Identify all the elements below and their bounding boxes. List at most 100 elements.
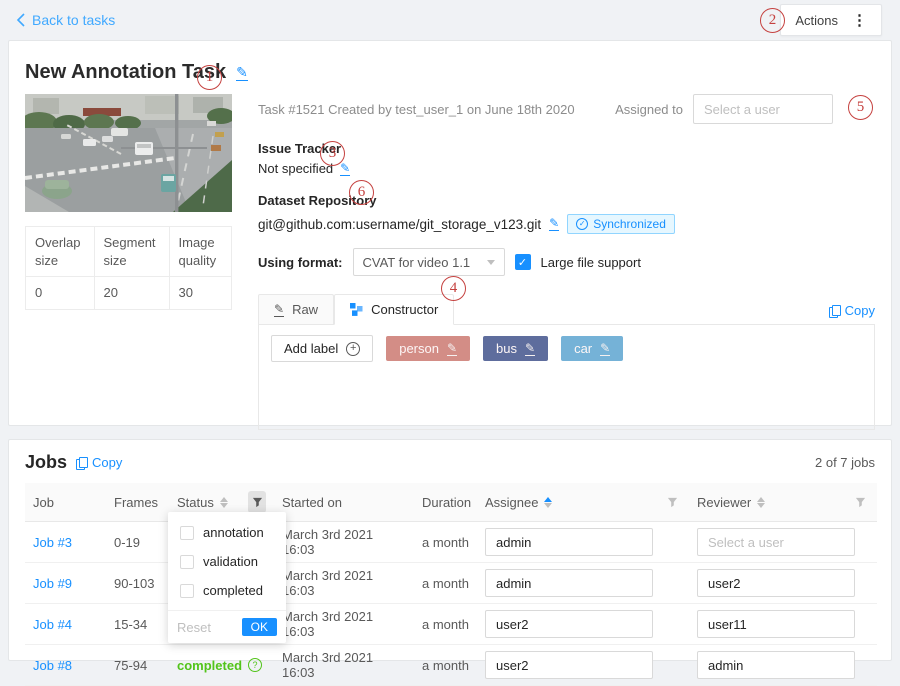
label-tag-car[interactable]: car ✎ bbox=[561, 336, 623, 361]
param-value-quality: 30 bbox=[169, 277, 231, 310]
jobs-card: Jobs Copy 2 of 7 jobs Job Frames Status … bbox=[8, 439, 892, 661]
job-link[interactable]: Job #8 bbox=[33, 658, 72, 673]
assignee-input[interactable] bbox=[485, 610, 653, 638]
tab-constructor-label: Constructor bbox=[371, 302, 438, 317]
annotation-circle-5: 5 bbox=[848, 95, 873, 120]
label-tag-name: bus bbox=[496, 341, 517, 356]
col-started-label: Started on bbox=[282, 495, 342, 510]
started-cell: March 3rd 2021 16:03 bbox=[274, 522, 414, 563]
reviewer-filter-icon[interactable] bbox=[851, 491, 869, 513]
tab-constructor[interactable]: Constructor bbox=[334, 294, 454, 325]
frames-cell: 90-103 bbox=[106, 563, 169, 604]
duration-cell: a month bbox=[414, 522, 477, 563]
issue-tracker-label: Issue Tracker bbox=[258, 141, 875, 156]
edit-repository-icon[interactable]: ✎ bbox=[549, 217, 559, 231]
jobs-count: 2 of 7 jobs bbox=[815, 455, 875, 470]
checkbox-unchecked[interactable] bbox=[180, 526, 194, 540]
col-reviewer-label: Reviewer bbox=[697, 495, 751, 510]
copy-labels-link[interactable]: Copy bbox=[829, 303, 875, 324]
tab-raw-label: Raw bbox=[292, 302, 318, 317]
annotation-circle-2: 2 bbox=[760, 8, 785, 33]
copy-icon bbox=[76, 457, 86, 469]
col-started[interactable]: Started on bbox=[274, 483, 414, 522]
reviewer-input[interactable] bbox=[697, 528, 855, 556]
format-select[interactable]: CVAT for video 1.1 bbox=[353, 248, 505, 276]
sync-status-label: Synchronized bbox=[593, 217, 666, 231]
copy-labels-label: Copy bbox=[845, 303, 875, 318]
task-card: New Annotation Task ✎ bbox=[8, 40, 892, 426]
col-reviewer[interactable]: Reviewer bbox=[689, 483, 877, 522]
col-job-label: Job bbox=[33, 495, 54, 510]
sync-status-badge: ✓ Synchronized bbox=[567, 214, 675, 234]
jobs-title: Jobs bbox=[25, 452, 67, 473]
frames-cell: 75-94 bbox=[106, 645, 169, 686]
edit-issue-tracker-icon[interactable]: ✎ bbox=[340, 162, 350, 176]
assignee-sort-icon[interactable] bbox=[544, 497, 552, 508]
back-to-tasks-link[interactable]: Back to tasks bbox=[16, 12, 115, 28]
checkbox-unchecked[interactable] bbox=[180, 555, 194, 569]
reviewer-sort-icon[interactable] bbox=[757, 497, 765, 508]
copy-jobs-link[interactable]: Copy bbox=[76, 455, 122, 470]
edit-label-icon[interactable]: ✎ bbox=[447, 342, 457, 356]
add-label-button[interactable]: Add label + bbox=[271, 335, 373, 362]
add-label-text: Add label bbox=[284, 341, 338, 356]
filter-option-annotation[interactable]: annotation bbox=[168, 518, 286, 547]
reviewer-input[interactable] bbox=[697, 569, 855, 597]
param-header-overlap: Overlap size bbox=[26, 227, 95, 277]
annotation-circle-1: 1 bbox=[197, 65, 222, 90]
checkbox-unchecked[interactable] bbox=[180, 584, 194, 598]
task-preview-image bbox=[25, 94, 232, 212]
col-assignee-label: Assignee bbox=[485, 495, 538, 510]
col-job[interactable]: Job bbox=[25, 483, 106, 522]
repository-url[interactable]: git@github.com:username/git_storage_v123… bbox=[258, 217, 541, 232]
assignee-input[interactable] bbox=[485, 528, 653, 556]
edit-label-icon[interactable]: ✎ bbox=[600, 342, 610, 356]
chevron-left-icon bbox=[16, 13, 25, 27]
annotation-circle-4: 4 bbox=[441, 276, 466, 301]
assigned-to-input[interactable] bbox=[693, 94, 833, 124]
label-tag-name: car bbox=[574, 341, 592, 356]
back-to-tasks-label: Back to tasks bbox=[32, 12, 115, 28]
col-assignee[interactable]: Assignee bbox=[477, 483, 689, 522]
reviewer-input[interactable] bbox=[697, 610, 855, 638]
status-filter-icon[interactable] bbox=[248, 491, 266, 513]
duration-cell: a month bbox=[414, 563, 477, 604]
task-meta: Task #1521 Created by test_user_1 on Jun… bbox=[258, 94, 575, 117]
jobs-table: Job Frames Status Started on Duration As… bbox=[25, 483, 877, 686]
started-cell: March 3rd 2021 16:03 bbox=[274, 604, 414, 645]
using-format-label: Using format: bbox=[258, 255, 343, 270]
reviewer-input[interactable] bbox=[697, 651, 855, 679]
tab-raw[interactable]: ✎ Raw bbox=[258, 294, 334, 324]
edit-label-icon[interactable]: ✎ bbox=[525, 342, 535, 356]
pencil-icon: ✎ bbox=[274, 302, 284, 317]
frames-cell: 15-34 bbox=[106, 604, 169, 645]
constructor-panel: Add label + person ✎ bus ✎ car bbox=[258, 325, 875, 430]
param-value-overlap: 0 bbox=[26, 277, 95, 310]
question-circle-icon[interactable]: ? bbox=[248, 658, 262, 672]
label-tag-person[interactable]: person ✎ bbox=[386, 336, 470, 361]
col-duration[interactable]: Duration bbox=[414, 483, 477, 522]
filter-reset-button[interactable]: Reset bbox=[177, 620, 211, 635]
param-value-segment: 20 bbox=[94, 277, 169, 310]
assignee-input[interactable] bbox=[485, 569, 653, 597]
assignee-input[interactable] bbox=[485, 651, 653, 679]
filter-option-validation[interactable]: validation bbox=[168, 547, 286, 576]
large-file-support-checkbox[interactable]: ✓ bbox=[515, 254, 531, 270]
status-sort-icon[interactable] bbox=[220, 497, 228, 508]
assignee-filter-icon[interactable] bbox=[663, 491, 681, 513]
filter-ok-button[interactable]: OK bbox=[242, 618, 277, 636]
actions-button[interactable]: Actions ⋮ bbox=[780, 4, 882, 36]
filter-option-completed[interactable]: completed bbox=[168, 576, 286, 605]
col-frames[interactable]: Frames bbox=[106, 483, 169, 522]
job-link[interactable]: Job #9 bbox=[33, 576, 72, 591]
sync-check-icon: ✓ bbox=[576, 218, 588, 230]
issue-tracker-value: Not specified bbox=[258, 161, 333, 176]
kebab-menu-icon: ⋮ bbox=[852, 11, 867, 29]
assigned-to-label: Assigned to bbox=[615, 102, 683, 117]
edit-title-icon[interactable]: ✎ bbox=[236, 65, 248, 81]
label-tag-bus[interactable]: bus ✎ bbox=[483, 336, 548, 361]
job-link[interactable]: Job #4 bbox=[33, 617, 72, 632]
chevron-down-icon bbox=[487, 260, 495, 265]
status-filter-dropdown: annotation validation completed Reset OK bbox=[168, 512, 286, 643]
job-link[interactable]: Job #3 bbox=[33, 535, 72, 550]
